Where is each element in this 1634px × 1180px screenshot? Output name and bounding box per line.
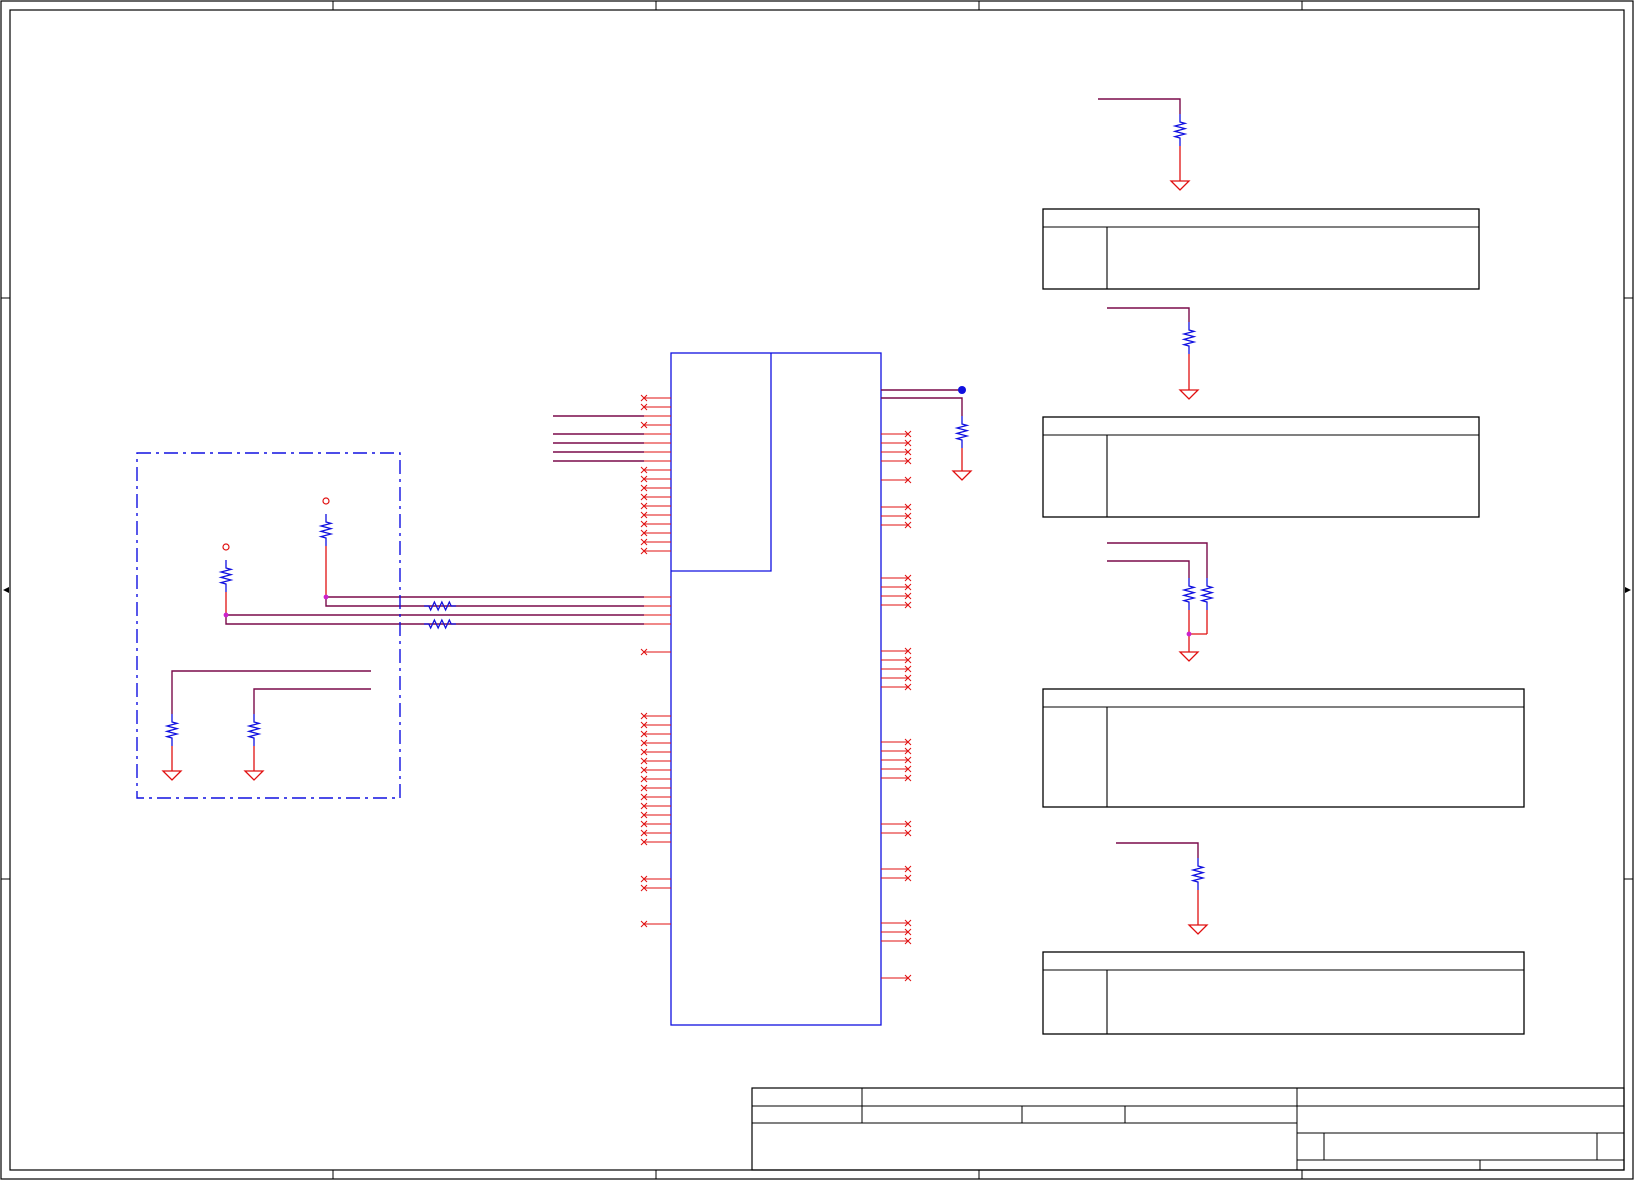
net-wire — [881, 397, 963, 416]
net-wire — [1098, 98, 1181, 114]
ic-inner-section — [671, 353, 772, 572]
net-wire — [253, 688, 371, 714]
discrete-parts — [136, 114, 1215, 935]
drawing-frame — [0, 0, 1634, 1180]
center-mark-left-icon — [3, 587, 9, 593]
resistor-icon — [424, 618, 456, 630]
resistor-icon — [1199, 578, 1215, 610]
title-block — [751, 1087, 1625, 1171]
net-wire — [1116, 842, 1199, 858]
junction-icon — [323, 594, 329, 600]
junction-icon — [1186, 631, 1192, 637]
note-box-2 — [1042, 416, 1480, 518]
resistor-icon — [164, 714, 180, 746]
center-mark-right-icon — [1625, 587, 1631, 593]
schematic-sheet — [0, 0, 1634, 1180]
resistor-icon — [1181, 322, 1197, 354]
net-wire — [1107, 560, 1190, 578]
outer-border — [0, 0, 1634, 1180]
ground-icon — [243, 770, 265, 781]
ground-icon — [1169, 180, 1191, 191]
note-box-4 — [1042, 951, 1525, 1035]
resistor-icon — [218, 560, 234, 592]
ic-body — [670, 352, 882, 1026]
resistor-icon — [1181, 578, 1197, 610]
net-wire — [1107, 307, 1190, 322]
note-box-1 — [1042, 208, 1480, 290]
ground-icon — [1178, 389, 1200, 400]
power-port-icon — [222, 543, 230, 551]
net-wire — [325, 597, 644, 607]
ground-icon — [951, 470, 973, 481]
resistor-icon — [246, 714, 262, 746]
resistor-icon — [954, 416, 970, 448]
ic-component — [670, 352, 882, 1026]
title-block-outline — [751, 1087, 1625, 1171]
resistor-icon — [318, 514, 334, 546]
net-wire — [171, 670, 371, 714]
dashed-region-box — [136, 452, 401, 799]
resistor-icon — [1172, 114, 1188, 146]
junction-icon — [958, 386, 966, 394]
schematic-canvas — [0, 0, 1634, 1180]
junction-icon — [223, 612, 229, 618]
ground-icon — [1187, 924, 1209, 935]
resistor-icon — [1190, 858, 1206, 890]
power-port-icon — [322, 497, 330, 505]
note-boxes — [1042, 208, 1525, 1035]
ic-pins — [640, 389, 912, 982]
resistor-icon — [424, 600, 456, 612]
inner-border — [9, 9, 1625, 1171]
ground-icon — [161, 770, 183, 781]
nets — [171, 98, 1208, 858]
ground-icon — [1178, 651, 1200, 662]
